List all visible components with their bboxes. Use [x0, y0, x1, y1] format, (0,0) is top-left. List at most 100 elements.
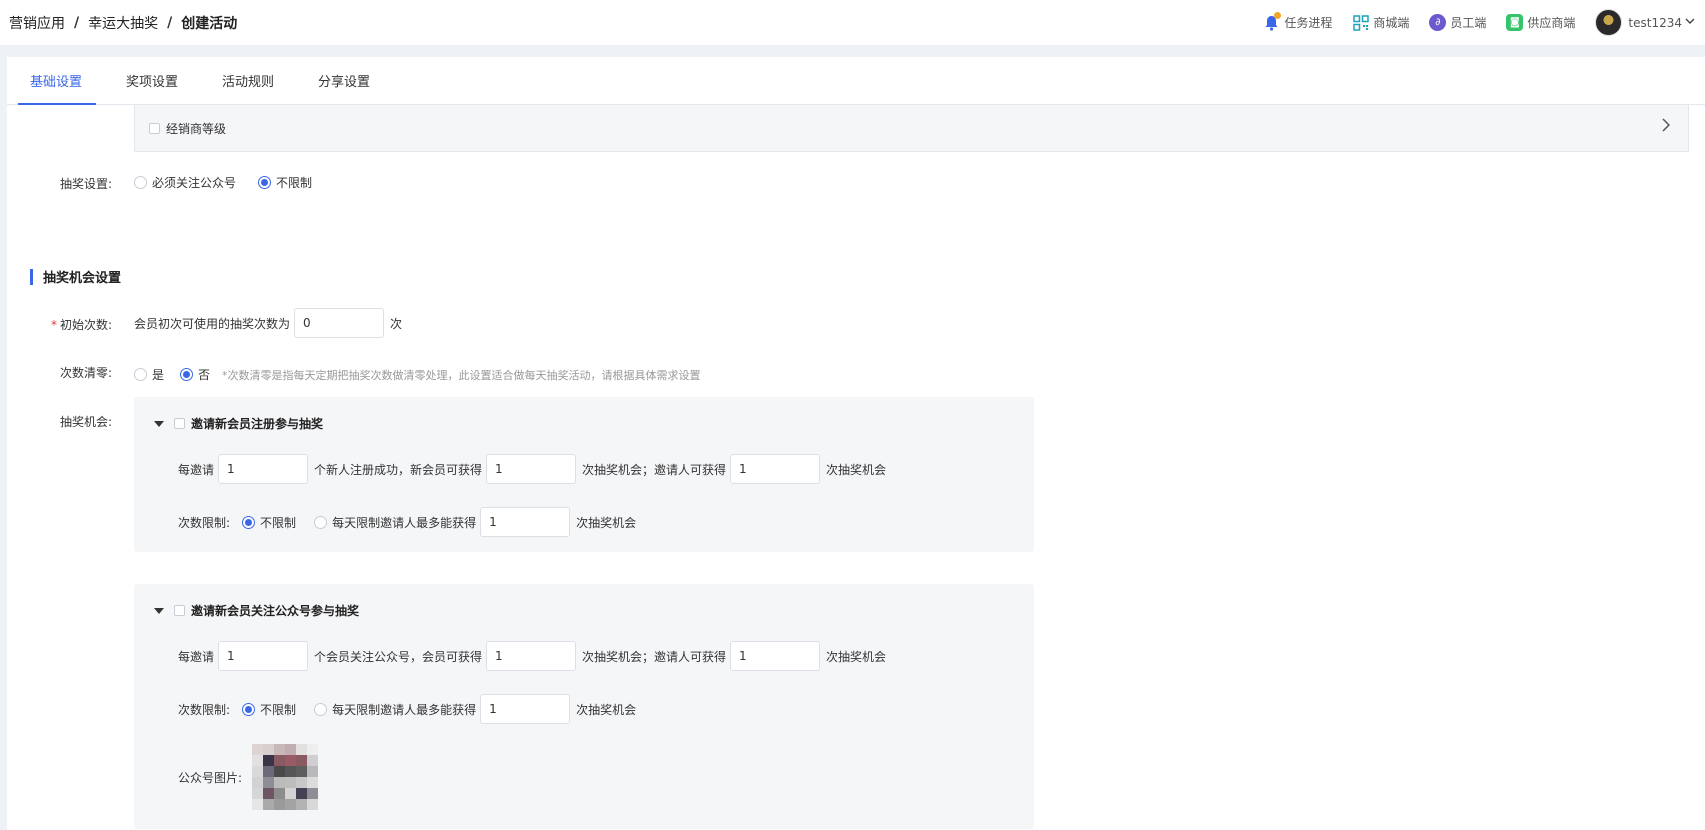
reset-count-label: 次数清零:	[59, 366, 112, 380]
inviter-chance-input[interactable]: 1	[730, 454, 821, 484]
reset-count-options: 是 否 *次数清零是指每天定期把抽奖次数做清零处理，此设置适合做每天抽奖活动，请…	[134, 366, 701, 383]
breadcrumb-lucky-draw[interactable]: 幸运大抽奖	[88, 13, 158, 33]
option-limit-daily[interactable]: 每天限制邀请人最多能获得	[314, 701, 476, 718]
user-menu[interactable]: test1234	[1595, 9, 1695, 36]
tab-share-settings[interactable]: 分享设置	[306, 71, 382, 104]
member-chance-input[interactable]: 1	[486, 641, 577, 671]
invite-follow-limit: 次数限制: 不限制 每天限制邀请人最多能获得 1 次抽奖机会	[178, 694, 636, 724]
invite-register-rule: 每邀请 1 个新人注册成功，新会员可获得 1 次抽奖机会；邀请人可获得 1 次抽…	[178, 454, 886, 484]
option-follow-official[interactable]: 必须关注公众号	[134, 174, 236, 191]
inviter-chance-suffix: 次抽奖机会	[826, 462, 887, 477]
daily-limit-suffix: 次抽奖机会	[576, 702, 637, 717]
invite-follow-checkbox[interactable]	[174, 605, 185, 616]
option-reset-yes-label: 是	[152, 368, 165, 382]
invite-prefix: 每邀请	[178, 462, 215, 477]
option-limit-unlimited[interactable]: 不限制	[242, 701, 296, 718]
mall-label: 商城端	[1373, 16, 1410, 30]
radio-limit-daily[interactable]	[314, 702, 328, 716]
avatar	[1595, 9, 1623, 36]
invite-mid-text: 个新人注册成功，新会员可获得	[314, 462, 483, 477]
option-unlimited-label: 不限制	[276, 176, 313, 190]
option-limit-daily[interactable]: 每天限制邀请人最多能获得	[314, 514, 476, 531]
radio-reset-no[interactable]	[180, 368, 194, 381]
reset-count-hint: *次数清零是指每天定期把抽奖次数做清零处理，此设置适合做每天抽奖活动，请根据具体…	[222, 368, 701, 382]
invite-count-input[interactable]: 1	[218, 641, 309, 671]
wechat-icon: ◙	[1506, 14, 1524, 31]
invite-register-header[interactable]: 邀请新会员注册参与抽奖	[154, 415, 323, 432]
initial-count-row: 会员初次可使用的抽奖次数为 0 次	[134, 308, 402, 338]
official-qr-image[interactable]	[252, 744, 319, 810]
initial-count-prefix: 会员初次可使用的抽奖次数为	[134, 316, 291, 331]
invite-follow-title: 邀请新会员关注公众号参与抽奖	[191, 604, 360, 618]
username: test1234	[1628, 15, 1682, 30]
draw-setting-options: 必须关注公众号 不限制	[134, 174, 334, 191]
task-progress-label: 任务进程	[1284, 16, 1333, 30]
radio-limit-daily[interactable]	[314, 515, 328, 529]
initial-count-suffix: 次	[390, 316, 403, 331]
option-reset-yes[interactable]: 是	[134, 366, 164, 383]
section-title: 抽奖机会设置	[30, 267, 121, 286]
radio-reset-yes[interactable]	[134, 368, 147, 381]
radio-follow-official[interactable]	[134, 176, 147, 189]
dealer-level-box[interactable]: 经销商等级	[134, 105, 1689, 152]
tab-prize-settings[interactable]: 奖项设置	[114, 71, 190, 104]
supplier-link[interactable]: ◙ 供应商端	[1506, 14, 1575, 31]
caret-down-icon[interactable]	[154, 420, 164, 427]
daily-limit-input[interactable]: 1	[480, 507, 571, 537]
mall-link[interactable]: 商城端	[1352, 14, 1409, 31]
official-image-label: 公众号图片:	[178, 770, 243, 785]
tab-activity-rules[interactable]: 活动规则	[210, 71, 286, 104]
tab-bar: 基础设置 奖项设置 活动规则 分享设置	[7, 57, 1705, 105]
invite-register-checkbox[interactable]	[174, 418, 185, 429]
member-chance-suffix: 次抽奖机会；邀请人可获得	[582, 649, 727, 664]
top-bar: 营销应用 / 幸运大抽奖 / 创建活动 任务进程 商城端 ∂ 员工端 ◙ 供应商…	[0, 0, 1705, 46]
radio-unlimited[interactable]	[258, 176, 272, 189]
breadcrumb-create-activity: 创建活动	[181, 15, 238, 32]
draw-setting-label: 抽奖设置:	[59, 177, 112, 191]
member-chance-input[interactable]: 1	[486, 454, 577, 484]
initial-count-input[interactable]: 0	[294, 308, 385, 338]
bell-icon	[1263, 12, 1282, 31]
dealer-level-checkbox[interactable]	[149, 122, 160, 134]
breadcrumb-separator: /	[74, 14, 80, 31]
option-limit-unlimited[interactable]: 不限制	[242, 514, 296, 531]
option-reset-no[interactable]: 否	[180, 366, 210, 383]
member-chance-suffix: 次抽奖机会；邀请人可获得	[582, 462, 727, 477]
tab-basic-settings[interactable]: 基础设置	[18, 71, 97, 105]
supplier-label: 供应商端	[1527, 16, 1576, 30]
option-limit-daily-label: 每天限制邀请人最多能获得	[332, 515, 477, 530]
option-follow-official-label: 必须关注公众号	[152, 176, 237, 190]
radio-limit-unlimited[interactable]	[242, 702, 256, 716]
option-limit-daily-label: 每天限制邀请人最多能获得	[332, 702, 477, 717]
option-limit-unlimited-label: 不限制	[260, 702, 297, 717]
daily-limit-suffix: 次抽奖机会	[576, 515, 637, 530]
task-progress-link[interactable]: 任务进程	[1263, 12, 1333, 31]
link-icon: ∂	[1429, 14, 1447, 31]
chevron-right-icon[interactable]	[1662, 117, 1671, 136]
invite-follow-header[interactable]: 邀请新会员关注公众号参与抽奖	[154, 602, 359, 619]
inviter-chance-input[interactable]: 1	[730, 641, 821, 671]
breadcrumb-marketing[interactable]: 营销应用	[9, 13, 65, 33]
radio-limit-unlimited[interactable]	[242, 515, 256, 529]
invite-follow-card: 邀请新会员关注公众号参与抽奖 每邀请 1 个会员关注公众号，会员可获得 1 次抽…	[134, 584, 1034, 829]
section-title-text: 抽奖机会设置	[43, 271, 122, 286]
staff-link[interactable]: ∂ 员工端	[1429, 14, 1486, 31]
invite-count-input[interactable]: 1	[218, 454, 309, 484]
invite-register-card: 邀请新会员注册参与抽奖 每邀请 1 个新人注册成功，新会员可获得 1 次抽奖机会…	[134, 397, 1034, 552]
main-panel: 基础设置 奖项设置 活动规则 分享设置 经销商等级 抽奖设置: 必须关注公众号 …	[7, 57, 1705, 830]
option-unlimited[interactable]: 不限制	[258, 174, 312, 191]
invite-prefix: 每邀请	[178, 649, 215, 664]
option-reset-no-label: 否	[198, 368, 211, 382]
limit-label: 次数限制:	[178, 702, 231, 717]
breadcrumb: 营销应用 / 幸运大抽奖 / 创建活动	[9, 13, 237, 33]
breadcrumb-separator: /	[167, 14, 173, 31]
daily-limit-input[interactable]: 1	[480, 694, 571, 724]
official-image-row: 公众号图片:	[178, 744, 319, 810]
dealer-level-label: 经销商等级	[166, 121, 227, 136]
invite-mid-text: 个会员关注公众号，会员可获得	[314, 649, 483, 664]
initial-count-label: * 初始次数:	[50, 318, 112, 332]
caret-down-icon[interactable]	[154, 607, 164, 614]
qrcode-icon	[1352, 14, 1369, 31]
invite-follow-rule: 每邀请 1 个会员关注公众号，会员可获得 1 次抽奖机会；邀请人可获得 1 次抽…	[178, 641, 886, 671]
staff-label: 员工端	[1450, 16, 1487, 30]
